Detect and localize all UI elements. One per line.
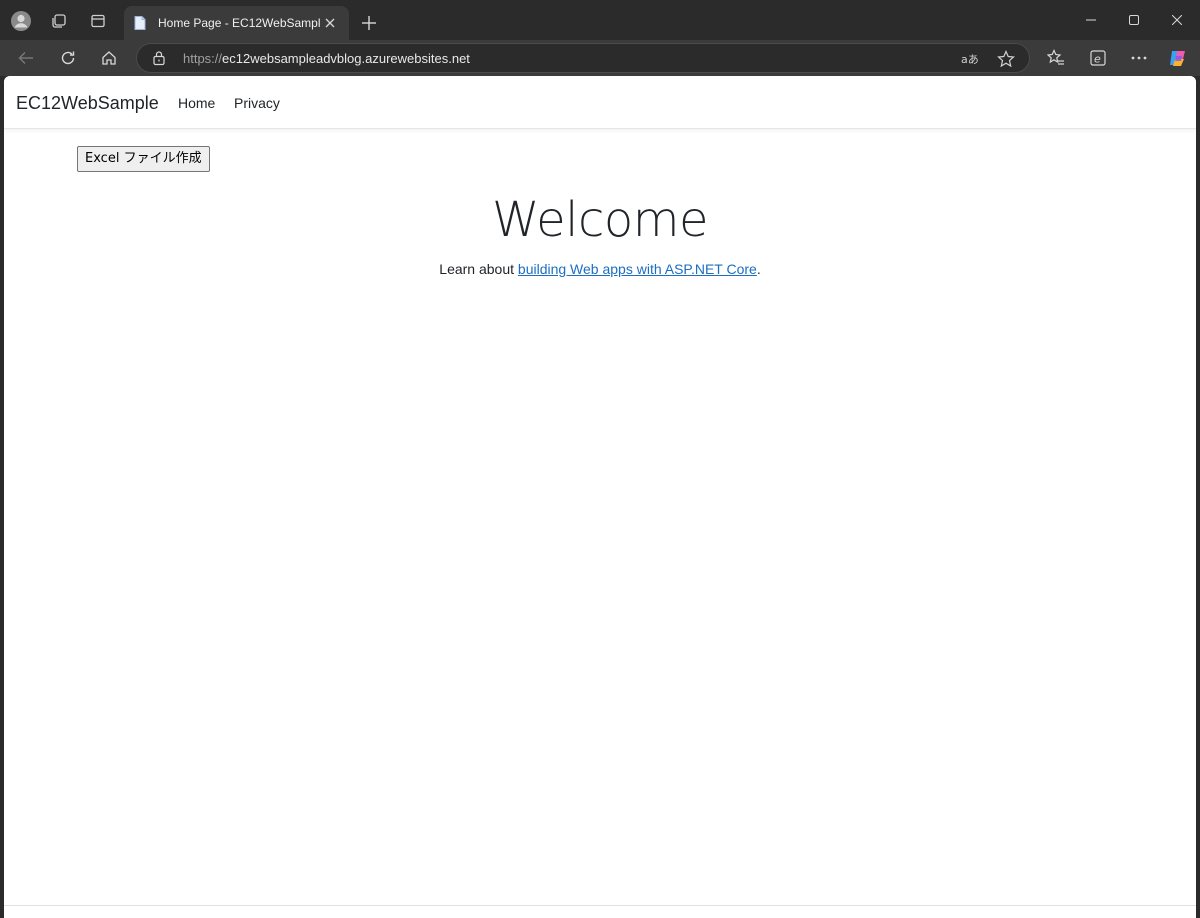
create-excel-file-button[interactable]: Excel ファイル作成 — [77, 146, 210, 172]
site-info-lock-icon[interactable] — [151, 50, 167, 66]
learn-suffix-text: . — [756, 261, 761, 277]
minimize-icon[interactable] — [1069, 4, 1113, 36]
close-tab-icon[interactable] — [321, 14, 339, 32]
footer-divider — [4, 905, 1196, 906]
back-arrow-icon[interactable] — [10, 43, 42, 73]
svg-text:aあ: aあ — [961, 53, 979, 66]
welcome-heading: Welcome — [491, 192, 709, 248]
browser-window: Home Page - EC12WebSample https://ec12we… — [0, 0, 1200, 918]
page-viewport: EC12WebSample Home Privacy Excel ファイル作成 … — [4, 76, 1196, 918]
home-icon[interactable] — [93, 43, 125, 73]
active-tab[interactable]: Home Page - EC12WebSample — [124, 6, 349, 40]
vertical-tabs-icon[interactable] — [83, 6, 113, 36]
favorites-icon[interactable] — [1040, 43, 1072, 73]
site-brand-link[interactable]: EC12WebSample — [16, 93, 159, 114]
browser-toolbar: https://ec12websampleadvblog.azurewebsit… — [0, 40, 1200, 76]
profile-avatar-icon[interactable] — [6, 6, 36, 36]
favorite-star-icon[interactable] — [995, 48, 1017, 70]
nav-link-privacy[interactable]: Privacy — [234, 95, 280, 111]
nav-link-home[interactable]: Home — [178, 95, 215, 111]
aspnet-core-docs-link[interactable]: building Web apps with ASP.NET Core — [518, 261, 757, 277]
maximize-icon[interactable] — [1112, 4, 1156, 36]
url-text: https://ec12websampleadvblog.azurewebsit… — [183, 51, 470, 66]
close-window-icon[interactable] — [1155, 4, 1199, 36]
svg-text:e: e — [1094, 53, 1101, 66]
copilot-icon[interactable] — [1162, 43, 1194, 73]
page-favicon-icon — [132, 15, 148, 31]
ie-mode-icon[interactable]: e — [1082, 43, 1114, 73]
learn-prefix-text: Learn about — [439, 261, 518, 277]
url-host: ec12websampleadvblog.azurewebsites.net — [222, 51, 470, 66]
address-bar[interactable]: https://ec12websampleadvblog.azurewebsit… — [136, 43, 1030, 73]
tab-strip: Home Page - EC12WebSample — [0, 0, 1200, 40]
read-aloud-icon[interactable]: aあ — [959, 48, 981, 70]
url-scheme: https:// — [183, 51, 223, 66]
tab-title: Home Page - EC12WebSample — [158, 16, 321, 30]
more-options-icon[interactable] — [1123, 43, 1155, 73]
refresh-icon[interactable] — [52, 43, 84, 73]
site-navbar: EC12WebSample Home Privacy — [4, 76, 1196, 129]
learn-about-paragraph: Learn about building Web apps with ASP.N… — [4, 261, 1196, 277]
new-tab-plus-icon[interactable] — [354, 8, 384, 38]
workspaces-icon[interactable] — [44, 6, 74, 36]
